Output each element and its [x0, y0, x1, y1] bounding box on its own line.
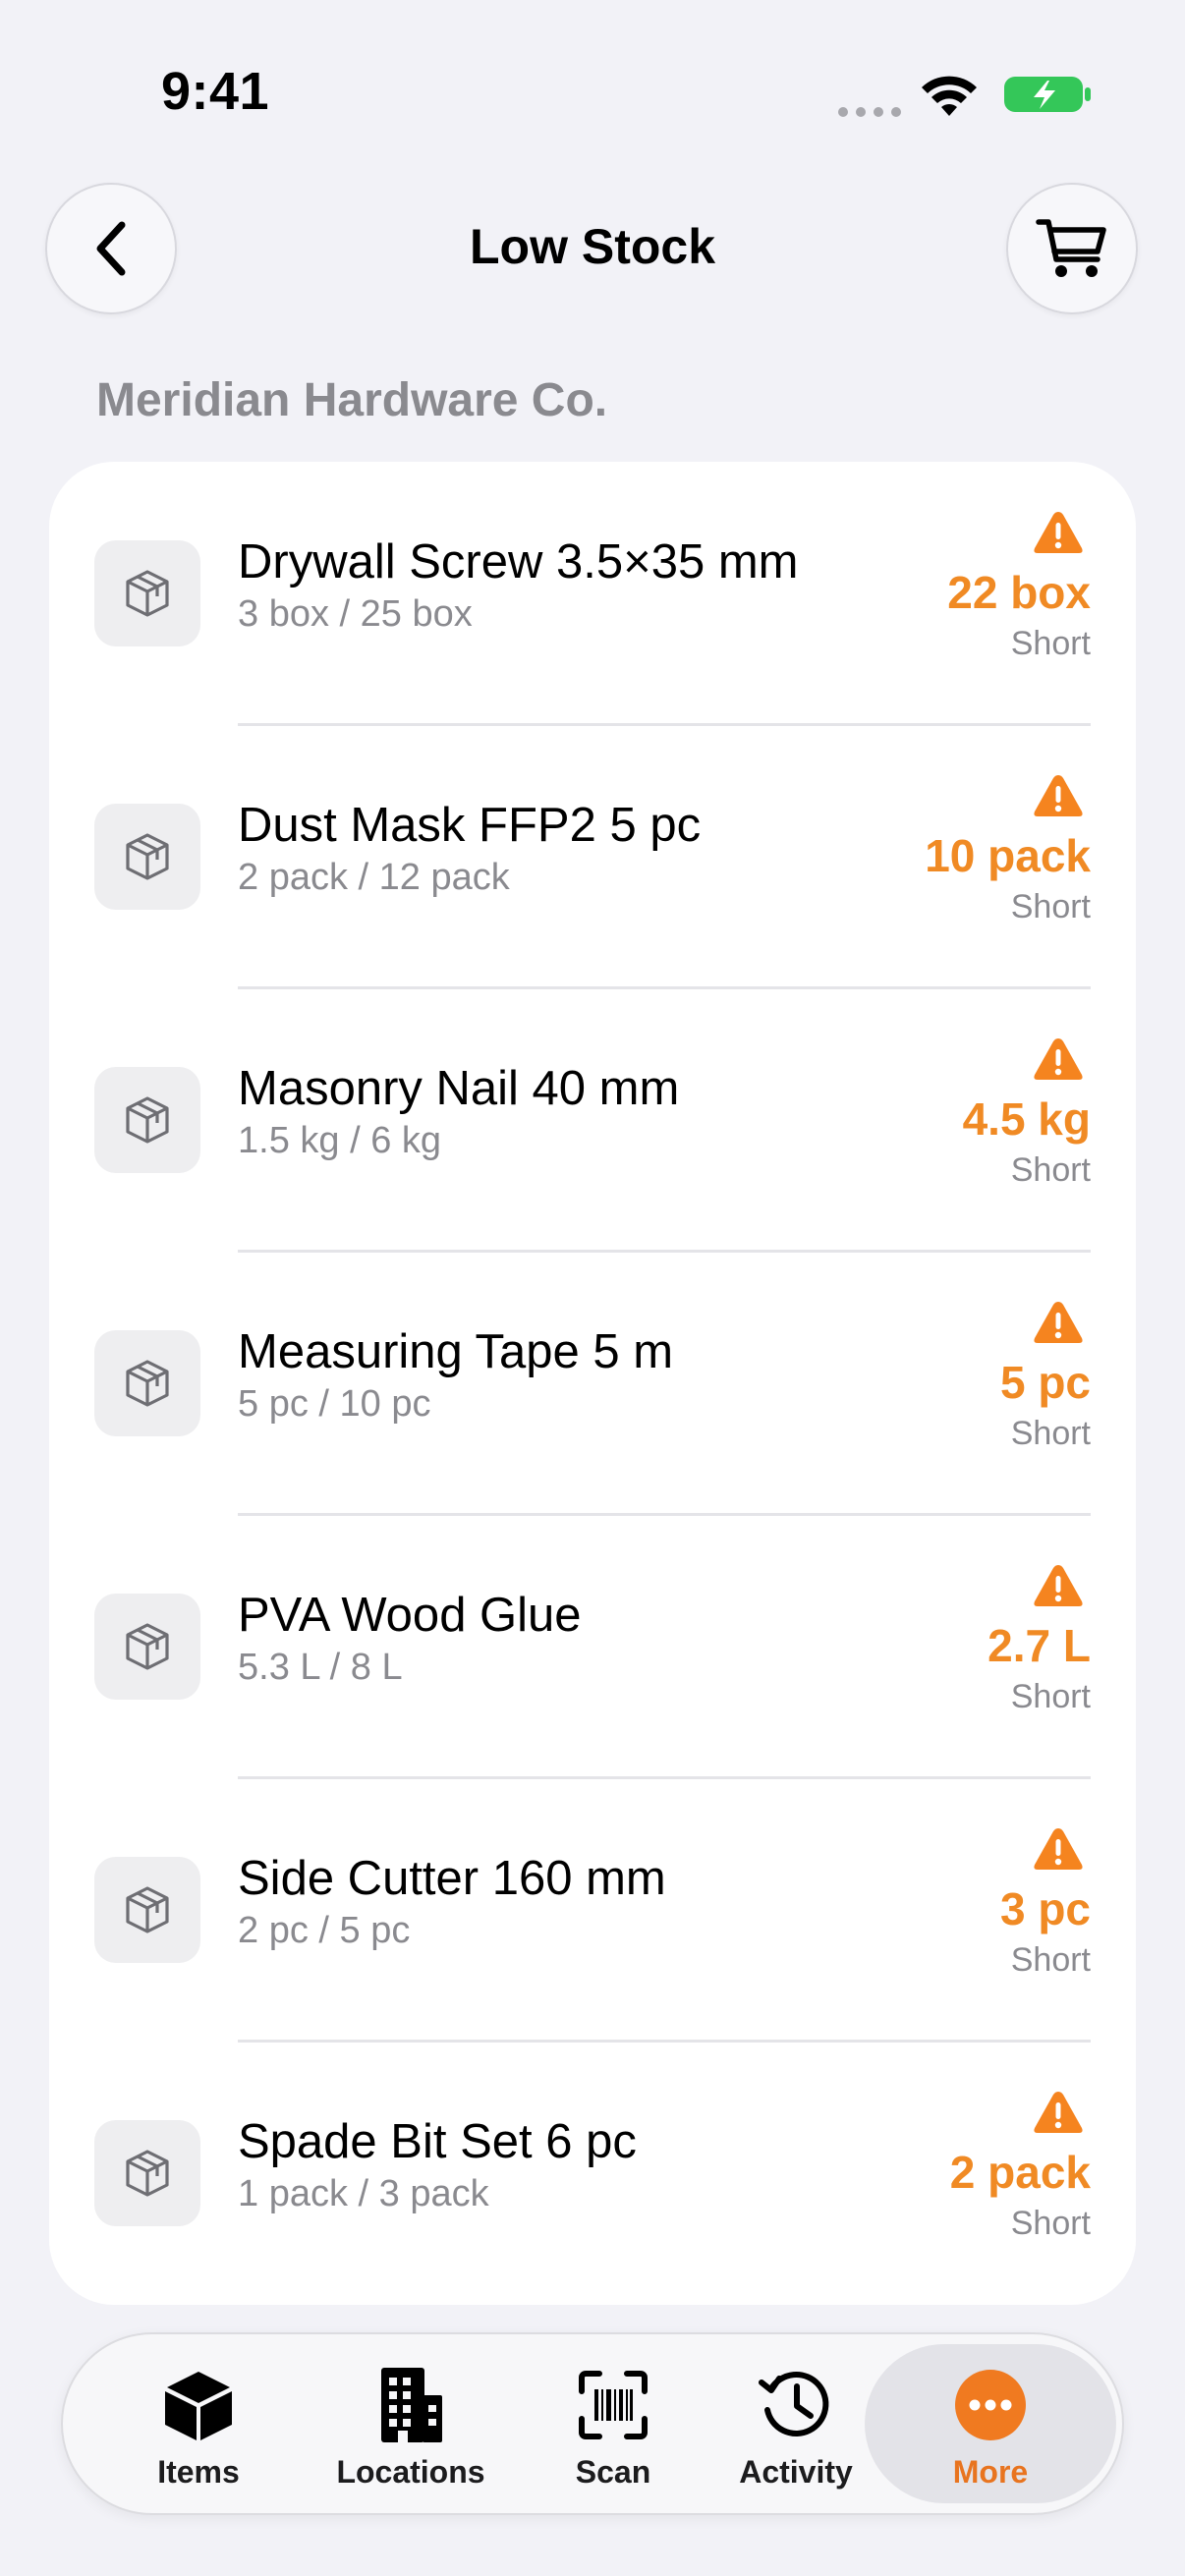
tab-more[interactable]: More: [865, 2344, 1116, 2503]
tab-items-label: Items: [157, 2454, 240, 2490]
building-icon: [371, 2366, 450, 2444]
status-label: Short: [1010, 1151, 1091, 1189]
status-label: Short: [1010, 1941, 1091, 1979]
status-label: Short: [1010, 1415, 1091, 1452]
warning-icon: [1032, 509, 1085, 556]
item-name: Spade Bit Set 6 pc: [238, 2115, 637, 2168]
item-name: Side Cutter 160 mm: [238, 1852, 666, 1905]
list-item[interactable]: Side Cutter 160 mm 2 pc / 5 pc 3 pc Short: [49, 1778, 1136, 2043]
warning-icon: [1032, 772, 1085, 819]
cube-icon: [159, 2366, 238, 2444]
status-label: Short: [1010, 1678, 1091, 1715]
tab-locations-label: Locations: [336, 2454, 485, 2490]
item-name: Dust Mask FFP2 5 pc: [238, 799, 702, 852]
section-header: Meridian Hardware Co.: [96, 374, 608, 426]
item-stock-level: 5 pc / 10 pc: [238, 1383, 431, 1425]
package-icon: [94, 1594, 200, 1700]
list-item[interactable]: Spade Bit Set 6 pc 1 pack / 3 pack 2 pack S…: [49, 2042, 1136, 2305]
item-name: Drywall Screw 3.5×35 mm: [238, 535, 799, 588]
package-icon: [94, 1067, 200, 1173]
status-label: Short: [1010, 625, 1091, 662]
item-stock-level: 2 pc / 5 pc: [238, 1910, 411, 1951]
package-icon: [94, 540, 200, 646]
history-icon: [757, 2366, 835, 2444]
package-icon: [94, 1857, 200, 1963]
wifi-icon: [922, 76, 977, 116]
battery-charging-icon: [1004, 77, 1091, 112]
status-bar: 9:41: [0, 0, 1185, 167]
warning-icon: [1032, 1299, 1085, 1346]
list-item[interactable]: Dust Mask FFP2 5 pc 2 pack / 12 pack 10 pa…: [49, 725, 1136, 989]
cart-button[interactable]: [1006, 183, 1138, 314]
tab-locations[interactable]: Locations: [303, 2344, 519, 2503]
tab-bar: Items Locations Scan Activity More: [61, 2332, 1124, 2515]
warning-icon: [1032, 1036, 1085, 1083]
warning-icon: [1032, 2089, 1085, 2136]
item-name: Masonry Nail 40 mm: [238, 1062, 680, 1115]
item-stock-level: 1.5 kg / 6 kg: [238, 1120, 442, 1161]
status-label: Short: [1010, 888, 1091, 925]
warning-icon: [1032, 1825, 1085, 1873]
list-item[interactable]: PVA Wood Glue 5.3 L / 8 L 2.7 L Short: [49, 1515, 1136, 1779]
package-icon: [94, 804, 200, 910]
low-stock-list: Drywall Screw 3.5×35 mm 3 box / 25 box 22 …: [49, 462, 1136, 2305]
item-stock-level: 2 pack / 12 pack: [238, 857, 510, 898]
status-label: Short: [1010, 2205, 1091, 2242]
item-name: Measuring Tape 5 m: [238, 1325, 674, 1378]
more-icon: [951, 2366, 1030, 2444]
signal-dots-icon: [838, 107, 901, 117]
shortage-quantity: 5 pc: [999, 1357, 1091, 1408]
list-item[interactable]: Masonry Nail 40 mm 1.5 kg / 6 kg 4.5 kg Sho…: [49, 988, 1136, 1253]
tab-more-label: More: [952, 2454, 1029, 2490]
list-item[interactable]: Measuring Tape 5 m 5 pc / 10 pc 5 pc Short: [49, 1252, 1136, 1516]
item-stock-level: 3 box / 25 box: [238, 593, 473, 635]
shortage-quantity: 22 box: [947, 567, 1091, 618]
item-name: PVA Wood Glue: [238, 1589, 582, 1642]
status-time: 9:41: [161, 62, 270, 121]
barcode-scan-icon: [574, 2366, 652, 2444]
list-item[interactable]: Drywall Screw 3.5×35 mm 3 box / 25 box 22 …: [49, 462, 1136, 726]
shortage-quantity: 2 pack: [949, 2147, 1091, 2198]
package-icon: [94, 2120, 200, 2226]
tab-scan-label: Scan: [575, 2454, 651, 2490]
item-stock-level: 1 pack / 3 pack: [238, 2173, 489, 2214]
shortage-quantity: 3 pc: [999, 1883, 1091, 1934]
package-icon: [94, 1330, 200, 1436]
shortage-quantity: 10 pack: [925, 830, 1091, 881]
shortage-quantity: 2.7 L: [988, 1620, 1091, 1671]
tab-activity-label: Activity: [739, 2454, 853, 2490]
shortage-quantity: 4.5 kg: [962, 1093, 1091, 1145]
tab-items[interactable]: Items: [110, 2344, 287, 2503]
item-stock-level: 5.3 L / 8 L: [238, 1647, 403, 1688]
tab-activity[interactable]: Activity: [715, 2344, 876, 2503]
tab-scan[interactable]: Scan: [535, 2344, 692, 2503]
cart-icon: [1036, 219, 1106, 277]
warning-icon: [1032, 1562, 1085, 1609]
